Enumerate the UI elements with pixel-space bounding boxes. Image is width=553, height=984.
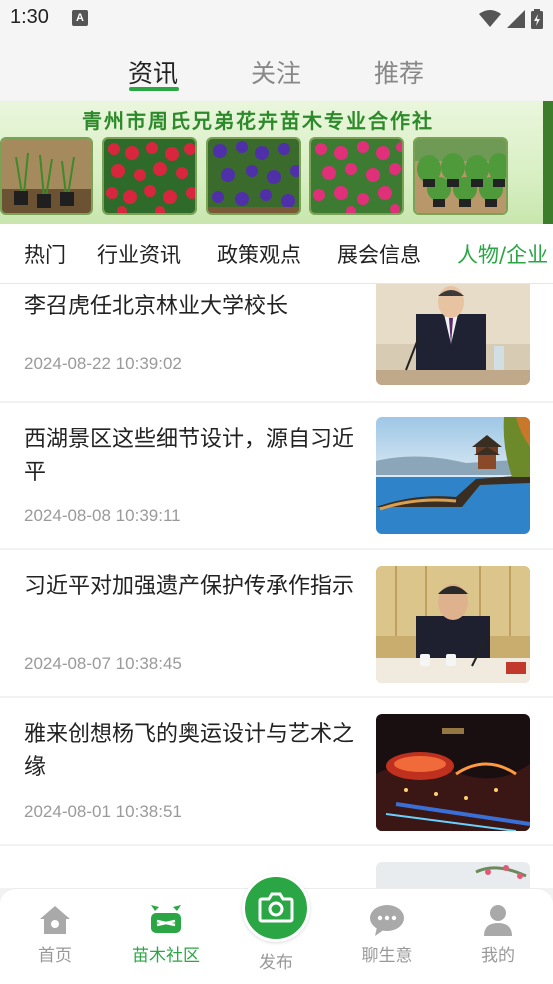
news-item[interactable]: 李召虎任北京林业大学校长 2024-08-22 10:39:02 <box>0 284 553 401</box>
news-date: 2024-08-01 10:38:51 <box>24 802 182 821</box>
news-item[interactable]: 习近平对加强遗产保护传承作指示 2024-08-07 10:38:45 <box>0 550 553 696</box>
news-list: 李召虎任北京林业大学校长 2024-08-22 10:39:02 西湖景区这些细… <box>0 284 553 888</box>
battery-icon <box>531 9 543 29</box>
news-item[interactable]: 雅来创想杨飞的奥运设计与艺术之缘 2024-08-01 10:38:51 <box>0 698 553 844</box>
news-title: 李召虎任北京林业大学校长 <box>24 294 289 319</box>
banner-photo-seedlings <box>0 137 93 215</box>
news-thumbnail <box>376 862 530 888</box>
news-thumbnail <box>376 566 530 683</box>
nav-chat[interactable]: 聊生意 <box>347 903 427 966</box>
news-thumbnail <box>376 284 530 385</box>
system-navigation-area <box>0 978 553 984</box>
news-thumbnail <box>376 714 530 831</box>
wifi-icon <box>479 10 501 27</box>
publish-button[interactable] <box>242 874 310 942</box>
nav-community[interactable]: 苗木社区 <box>126 903 206 966</box>
user-profile-icon <box>484 905 512 936</box>
banner-photo-purple-flowers <box>206 137 301 215</box>
nav-community-label: 苗木社区 <box>132 946 200 966</box>
banner-photo-pink-flowers <box>309 137 404 215</box>
nav-home[interactable]: 首页 <box>15 903 95 966</box>
banner-edge-decoration <box>543 101 553 224</box>
tab-follow[interactable]: 关注 <box>251 54 301 90</box>
status-time: 1:30 <box>10 6 49 28</box>
news-date: 2024-08-22 10:39:02 <box>24 354 182 373</box>
nav-chat-label: 聊生意 <box>361 946 413 966</box>
banner-title: 青州市周氏兄弟花卉苗木专业合作社 <box>82 109 434 133</box>
seedling-community-icon <box>151 905 181 933</box>
publish-label: 发布 <box>259 953 293 973</box>
news-item[interactable]: 西湖景区这些细节设计，源自习近平 2024-08-08 10:39:11 <box>0 403 553 548</box>
home-icon <box>40 906 70 934</box>
news-thumbnail <box>376 417 530 534</box>
news-date: 2024-08-07 10:38:45 <box>24 654 182 673</box>
category-tab-policy[interactable]: 政策观点 <box>217 239 301 269</box>
nav-home-label: 首页 <box>38 946 72 966</box>
nav-mine[interactable]: 我的 <box>458 903 538 966</box>
news-title: 雅来创想杨飞的奥运设计与艺术之缘 <box>24 722 355 780</box>
signal-icon <box>507 10 525 28</box>
banner-photo-red-flowers <box>102 137 197 215</box>
tab-recommend[interactable]: 推荐 <box>374 54 424 90</box>
category-tab-exhibition[interactable]: 展会信息 <box>337 239 421 269</box>
news-title: 西湖景区这些细节设计，源自习近平 <box>24 427 355 485</box>
banner-ad[interactable]: 青州市周氏兄弟花卉苗木专业合作社 <box>0 101 553 224</box>
nav-mine-label: 我的 <box>481 946 515 966</box>
camera-icon <box>258 892 294 923</box>
category-tab-hot[interactable]: 热门 <box>24 239 66 269</box>
top-tab-bar: 资讯 关注 推荐 <box>0 40 553 100</box>
news-title: 习近平对加强遗产保护传承作指示 <box>24 574 355 599</box>
tab-news[interactable]: 资讯 <box>128 54 178 90</box>
banner-photo-grass-pots <box>413 137 508 215</box>
category-tab-bar: 热门 行业资讯 政策观点 展会信息 人物/企业 <box>0 224 553 284</box>
system-status-icons <box>479 8 543 30</box>
chat-bubble-icon <box>370 905 404 936</box>
notification-badge-icon: A <box>72 10 88 26</box>
news-date: 2024-08-08 10:39:11 <box>24 506 181 525</box>
active-tab-indicator <box>129 87 179 91</box>
category-tab-people-enterprise[interactable]: 人物/企业 <box>457 239 548 269</box>
category-tab-industry-news[interactable]: 行业资讯 <box>97 239 181 269</box>
status-bar: 1:30 A <box>0 0 553 40</box>
